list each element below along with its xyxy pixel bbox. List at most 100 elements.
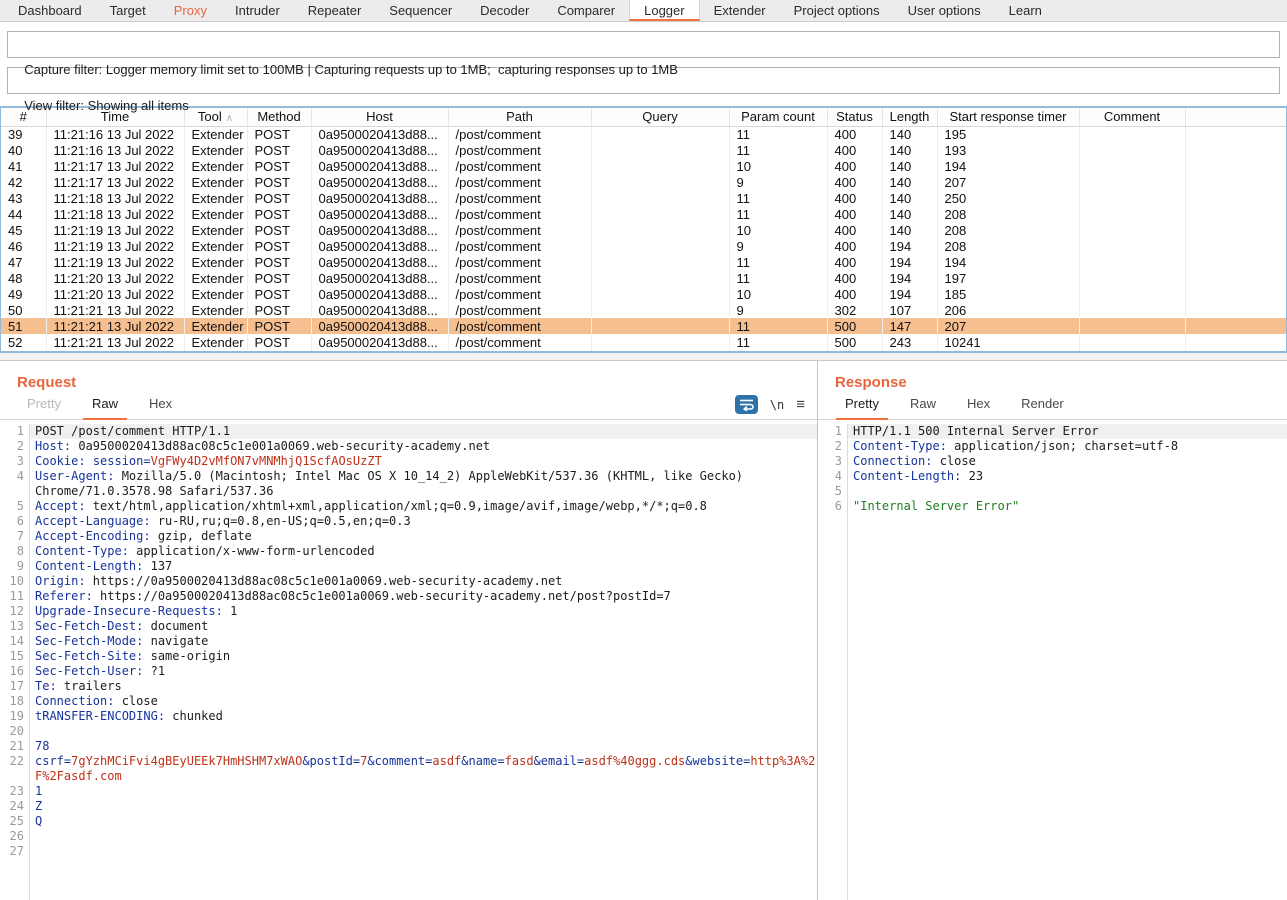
cell-status: 400 [827, 206, 882, 222]
cell-method: POST [247, 334, 311, 350]
line-text: Accept-Encoding: gzip, deflate [30, 529, 817, 544]
column-header-status[interactable]: Status [827, 108, 882, 126]
request-line-27: 27 [0, 844, 817, 859]
cell-query [591, 174, 729, 190]
request-line-7: 7Accept-Encoding: gzip, deflate [0, 529, 817, 544]
menu-tab-learn[interactable]: Learn [995, 0, 1056, 21]
column-header-method[interactable]: Method [247, 108, 311, 126]
log-row-45[interactable]: 4511:21:19 13 Jul 2022ExtenderPOST0a9500… [1, 222, 1287, 238]
menu-tab-sequencer[interactable]: Sequencer [375, 0, 466, 21]
request-line-23: 231 [0, 784, 817, 799]
soft-wrap-toggle-icon[interactable] [735, 395, 758, 414]
log-row-40[interactable]: 4011:21:16 13 Jul 2022ExtenderPOST0a9500… [1, 142, 1287, 158]
request-line-22: 22csrf=7gYzhMCiFvi4gBEyUEEk7HmHSHM7xWAO&… [0, 754, 817, 784]
column-header-length[interactable]: Length [882, 108, 937, 126]
log-row-47[interactable]: 4711:21:19 13 Jul 2022ExtenderPOST0a9500… [1, 254, 1287, 270]
cell-query [591, 318, 729, 334]
cell-time: 11:21:19 13 Jul 2022 [46, 238, 184, 254]
menu-tab-user-options[interactable]: User options [894, 0, 995, 21]
column-header-comment[interactable]: Comment [1079, 108, 1185, 126]
log-row-43[interactable]: 4311:21:18 13 Jul 2022ExtenderPOST0a9500… [1, 190, 1287, 206]
request-tab-pretty[interactable]: Pretty [18, 396, 70, 420]
request-line-10: 10Origin: https://0a9500020413d88ac08c5c… [0, 574, 817, 589]
cell-timer: 193 [937, 142, 1079, 158]
line-number: 26 [0, 829, 30, 844]
menu-tab-dashboard[interactable]: Dashboard [4, 0, 96, 21]
cell-param-count: 11 [729, 206, 827, 222]
cell-timer: 208 [937, 238, 1079, 254]
request-tab-raw[interactable]: Raw [83, 396, 127, 420]
response-tab-hex[interactable]: Hex [958, 396, 999, 420]
cell-time: 11:21:19 13 Jul 2022 [46, 254, 184, 270]
cell-param-count: 9 [729, 238, 827, 254]
log-row-46[interactable]: 4611:21:19 13 Jul 2022ExtenderPOST0a9500… [1, 238, 1287, 254]
column-header-host[interactable]: Host [311, 108, 448, 126]
line-text: 78 [30, 739, 817, 754]
line-number: 12 [0, 604, 30, 619]
response-tab-render[interactable]: Render [1012, 396, 1073, 420]
cell-length: 140 [882, 142, 937, 158]
line-text: Upgrade-Insecure-Requests: 1 [30, 604, 817, 619]
menu-tab-decoder[interactable]: Decoder [466, 0, 543, 21]
line-text [30, 844, 817, 859]
capture-filter-bar[interactable]: Capture filter: Logger memory limit set … [7, 31, 1280, 58]
cell-status: 302 [827, 302, 882, 318]
request-tabs-holder: Pretty Raw Hex [18, 396, 194, 419]
log-row-41[interactable]: 4111:21:17 13 Jul 2022ExtenderPOST0a9500… [1, 158, 1287, 174]
line-number: 1 [818, 424, 848, 439]
request-tab-hex[interactable]: Hex [140, 396, 181, 420]
line-text: Sec-Fetch-User: ?1 [30, 664, 817, 679]
request-line-17: 17Te: trailers [0, 679, 817, 694]
request-panel: Request PrettyRawHex \n ≡ 1POST /post/co… [0, 361, 818, 900]
horizontal-splitter[interactable] [0, 353, 1287, 361]
log-body: 3911:21:16 13 Jul 2022ExtenderPOST0a9500… [1, 126, 1287, 353]
request-line-8: 8Content-Type: application/x-www-form-ur… [0, 544, 817, 559]
cell-host: 0a9500020413d88... [311, 190, 448, 206]
menu-tab-repeater[interactable]: Repeater [294, 0, 375, 21]
line-number: 15 [0, 649, 30, 664]
cell-status: 400 [827, 190, 882, 206]
cell-status: 400 [827, 286, 882, 302]
response-editor[interactable]: 1HTTP/1.1 500 Internal Server Error2Cont… [818, 420, 1287, 900]
line-text: POST /post/comment HTTP/1.1 [30, 424, 817, 439]
cell-path: /post/comment [448, 206, 591, 222]
cell-path: /post/comment [448, 254, 591, 270]
cell-time: 11:21:21 13 Jul 2022 [46, 334, 184, 350]
cell-host: 0a9500020413d88... [311, 126, 448, 142]
menu-tab-target[interactable]: Target [96, 0, 160, 21]
menu-tab-proxy[interactable]: Proxy [160, 0, 221, 21]
cell-status: 400 [827, 254, 882, 270]
log-row-48[interactable]: 4811:21:20 13 Jul 2022ExtenderPOST0a9500… [1, 270, 1287, 286]
request-line-20: 20 [0, 724, 817, 739]
cell-status: 400 [827, 222, 882, 238]
log-row-49[interactable]: 4911:21:20 13 Jul 2022ExtenderPOST0a9500… [1, 286, 1287, 302]
menu-tab-comparer[interactable]: Comparer [543, 0, 629, 21]
menu-tab-logger[interactable]: Logger [629, 0, 699, 21]
log-row-50[interactable]: 5011:21:21 13 Jul 2022ExtenderPOST0a9500… [1, 302, 1287, 318]
cell-tool: Extender [184, 174, 247, 190]
log-row-44[interactable]: 4411:21:18 13 Jul 2022ExtenderPOST0a9500… [1, 206, 1287, 222]
cell-num: 51 [1, 318, 46, 334]
column-header-param-count[interactable]: Param count [729, 108, 827, 126]
log-row-42[interactable]: 4211:21:17 13 Jul 2022ExtenderPOST0a9500… [1, 174, 1287, 190]
column-header-start-response-timer[interactable]: Start response timer [937, 108, 1079, 126]
editor-menu-icon[interactable]: ≡ [796, 397, 805, 412]
cell-tool: Extender [184, 222, 247, 238]
cell-query [591, 334, 729, 350]
menu-tab-extender[interactable]: Extender [700, 0, 780, 21]
response-tab-raw[interactable]: Raw [901, 396, 945, 420]
line-text: Q [30, 814, 817, 829]
log-row-52[interactable]: 5211:21:21 13 Jul 2022ExtenderPOST0a9500… [1, 334, 1287, 350]
menu-tab-intruder[interactable]: Intruder [221, 0, 294, 21]
column-header-path[interactable]: Path [448, 108, 591, 126]
column-header-query[interactable]: Query [591, 108, 729, 126]
log-row-51[interactable]: 5111:21:21 13 Jul 2022ExtenderPOST0a9500… [1, 318, 1287, 334]
request-editor[interactable]: 1POST /post/comment HTTP/1.12Host: 0a950… [0, 420, 817, 900]
cell-param-count: 10 [729, 222, 827, 238]
newline-icon[interactable]: \n [770, 398, 784, 412]
menu-tab-project-options[interactable]: Project options [780, 0, 894, 21]
response-line-2: 2Content-Type: application/json; charset… [818, 439, 1287, 454]
column-header-tool[interactable]: Tool∧ [184, 108, 247, 126]
response-tab-pretty[interactable]: Pretty [836, 396, 888, 420]
log-row-39[interactable]: 3911:21:16 13 Jul 2022ExtenderPOST0a9500… [1, 126, 1287, 142]
